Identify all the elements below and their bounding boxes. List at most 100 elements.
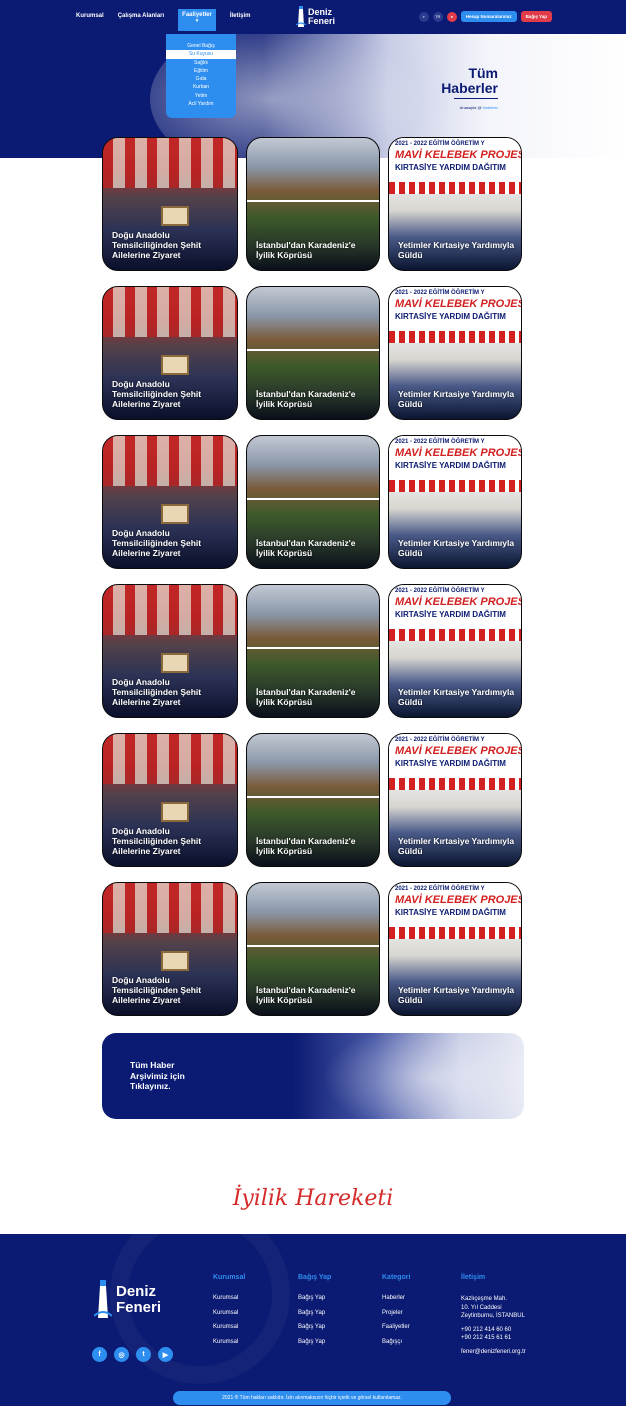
twitter-icon[interactable]: t <box>136 1347 151 1362</box>
nav-calisma-alanlari[interactable]: Çalışma Alanları <box>118 13 164 31</box>
breadcrumb: Anasayfa @ Haberler <box>460 105 498 110</box>
news-card[interactable]: İstanbul'dan Karadeniz'e İyilik Köprüsü <box>246 137 380 271</box>
banner-line1: 2021 - 2022 EĞİTİM ÖĞRETİM Y <box>395 588 485 594</box>
dropdown-item-egitim[interactable]: Eğitim <box>166 67 236 75</box>
news-card[interactable]: Doğu Anadolu Temsilciliğinden Şehit Aile… <box>102 137 238 271</box>
breadcrumb-home[interactable]: Anasayfa <box>460 105 477 110</box>
footer-link[interactable]: Faaliyetler <box>382 1324 410 1330</box>
news-card[interactable]: Doğu Anadolu Temsilciliğinden Şehit Aile… <box>102 286 238 420</box>
flag-bunting <box>389 331 521 343</box>
search-icon[interactable]: ⌕ <box>418 11 429 22</box>
dropdown-item-gida[interactable]: Gıda <box>166 75 236 83</box>
dropdown-item-su-kuyusu[interactable]: Su Kuyusu <box>166 50 236 59</box>
slogan-signature: İyilik Hareketi <box>232 1186 394 1211</box>
news-card[interactable]: 2021 - 2022 EĞİTİM ÖĞRETİM Y MAVİ KELEBEK… <box>388 882 522 1016</box>
news-photo <box>103 436 237 486</box>
footer-link[interactable]: Kurumsal <box>213 1295 245 1301</box>
instagram-icon[interactable]: ◎ <box>114 1347 129 1362</box>
news-card-title: Yetimler Kırtasiye Yardımıyla Güldü <box>398 240 515 260</box>
news-card[interactable]: 2021 - 2022 EĞİTİM ÖĞRETİM Y MAVİ KELEBEK… <box>388 137 522 271</box>
footer-link[interactable]: Bağış Yap <box>298 1324 331 1330</box>
dropdown-item-acil-yardim[interactable]: Acil Yardım <box>166 100 236 108</box>
footer-logo[interactable]: Deniz Feneri <box>94 1278 161 1322</box>
footer-col-title: İletişim <box>461 1274 486 1281</box>
news-photo-banner: 2021 - 2022 EĞİTİM ÖĞRETİM Y MAVİ KELEBEK… <box>389 138 521 182</box>
certificate-frame <box>161 653 189 673</box>
phone-number[interactable]: +90 212 414 60 60 <box>461 1326 526 1335</box>
banner-line2: MAVİ KELEBEK PROJESİ <box>395 298 522 310</box>
banner-line2: MAVİ KELEBEK PROJESİ <box>395 596 522 608</box>
news-photo <box>103 585 237 635</box>
archive-line1: Tüm Haber <box>130 1060 175 1070</box>
footer-link[interactable]: Haberler <box>382 1295 410 1301</box>
news-photo <box>103 883 237 933</box>
phone-number[interactable]: +90 212 415 61 61 <box>461 1334 526 1343</box>
page-title-line2: Haberler <box>441 80 498 96</box>
footer-link[interactable]: Bağış Yap <box>298 1339 331 1345</box>
news-card[interactable]: İstanbul'dan Karadeniz'e İyilik Köprüsü <box>246 286 380 420</box>
nav-iletisim[interactable]: İletişim <box>230 13 251 31</box>
news-card[interactable]: 2021 - 2022 EĞİTİM ÖĞRETİM Y MAVİ KELEBEK… <box>388 286 522 420</box>
banner-line1: 2021 - 2022 EĞİTİM ÖĞRETİM Y <box>395 439 485 445</box>
news-card[interactable]: Doğu Anadolu Temsilciliğinden Şehit Aile… <box>102 435 238 569</box>
news-card[interactable]: Doğu Anadolu Temsilciliğinden Şehit Aile… <box>102 733 238 867</box>
youtube-icon[interactable]: ▶ <box>158 1347 173 1362</box>
news-card[interactable]: İstanbul'dan Karadeniz'e İyilik Köprüsü <box>246 435 380 569</box>
news-photo-divider <box>247 498 379 500</box>
nav-faaliyetler[interactable]: Faaliyetler ▾ <box>178 9 216 31</box>
news-card-title: Doğu Anadolu Temsilciliğinden Şehit Aile… <box>112 975 202 1005</box>
footer-link[interactable]: Kurumsal <box>213 1310 245 1316</box>
news-card[interactable]: 2021 - 2022 EĞİTİM ÖĞRETİM Y MAVİ KELEBEK… <box>388 435 522 569</box>
footer-col-title: Kurumsal <box>213 1274 246 1281</box>
news-card[interactable]: 2021 - 2022 EĞİTİM ÖĞRETİM Y MAVİ KELEBEK… <box>388 733 522 867</box>
news-card[interactable]: İstanbul'dan Karadeniz'e İyilik Köprüsü <box>246 584 380 718</box>
footer-link[interactable]: Bağış Yap <box>298 1310 331 1316</box>
footer-link[interactable]: Bağış Yap <box>298 1295 331 1301</box>
site-logo[interactable]: Deniz Feneri <box>296 5 335 29</box>
lighthouse-icon <box>94 1280 112 1318</box>
news-card[interactable]: İstanbul'dan Karadeniz'e İyilik Köprüsü <box>246 882 380 1016</box>
news-card-title: İstanbul'dan Karadeniz'e İyilik Köprüsü <box>256 538 356 558</box>
dropdown-item-genel-bagis[interactable]: Genel Bağış <box>166 42 236 50</box>
dropdown-item-kurban[interactable]: Kurban <box>166 83 236 91</box>
main-nav: Kurumsal Çalışma Alanları Faaliyetler ▾ … <box>76 9 265 31</box>
news-card-title: Doğu Anadolu Temsilciliğinden Şehit Aile… <box>112 826 202 856</box>
news-photo-banner: 2021 - 2022 EĞİTİM ÖĞRETİM Y MAVİ KELEBEK… <box>389 734 521 778</box>
dropdown-item-yetim[interactable]: Yetim <box>166 92 236 100</box>
donate-button[interactable]: Bağış Yap <box>520 11 552 22</box>
news-card-title: Doğu Anadolu Temsilciliğinden Şehit Aile… <box>112 677 202 707</box>
news-card-title: İstanbul'dan Karadeniz'e İyilik Köprüsü <box>256 389 356 409</box>
news-card-title: İstanbul'dan Karadeniz'e İyilik Köprüsü <box>256 687 356 707</box>
banner-line3: KIRTASİYE YARDIM DAĞITIM <box>395 461 506 470</box>
banner-line2: MAVİ KELEBEK PROJESİ <box>395 447 522 459</box>
news-photo-divider <box>247 200 379 202</box>
footer-col-title: Bağış Yap <box>298 1274 332 1281</box>
facebook-icon[interactable]: f <box>92 1347 107 1362</box>
news-card[interactable]: İstanbul'dan Karadeniz'e İyilik Köprüsü <box>246 733 380 867</box>
news-photo-banner: 2021 - 2022 EĞİTİM ÖĞRETİM Y MAVİ KELEBEK… <box>389 883 521 927</box>
footer-link[interactable]: Projeler <box>382 1310 410 1316</box>
news-card-title: Yetimler Kırtasiye Yardımıyla Güldü <box>398 389 515 409</box>
footer-link[interactable]: Kurumsal <box>213 1324 245 1330</box>
footer-link[interactable]: Kurumsal <box>213 1339 245 1345</box>
news-photo-banner: 2021 - 2022 EĞİTİM ÖĞRETİM Y MAVİ KELEBEK… <box>389 436 521 480</box>
news-card-title: Yetimler Kırtasiye Yardımıyla Güldü <box>398 836 515 856</box>
footer-link[interactable]: Bağışçı <box>382 1339 410 1345</box>
flag-bunting <box>389 629 521 641</box>
flag-bunting <box>389 927 521 939</box>
banner-line2: MAVİ KELEBEK PROJESİ <box>395 894 522 906</box>
banner-line1: 2021 - 2022 EĞİTİM ÖĞRETİM Y <box>395 886 485 892</box>
user-icon[interactable]: ● <box>446 11 457 22</box>
news-card[interactable]: Doğu Anadolu Temsilciliğinden Şehit Aile… <box>102 882 238 1016</box>
dropdown-item-saglik[interactable]: Sağlık <box>166 59 236 67</box>
site-header: Kurumsal Çalışma Alanları Faaliyetler ▾ … <box>0 0 626 34</box>
nav-kurumsal[interactable]: Kurumsal <box>76 13 104 31</box>
account-numbers-button[interactable]: Hesap Numaralarımız <box>460 11 517 22</box>
email-link[interactable]: fener@denizfeneri.org.tr <box>461 1348 526 1357</box>
news-card[interactable]: Doğu Anadolu Temsilciliğinden Şehit Aile… <box>102 584 238 718</box>
news-archive-banner[interactable]: Tüm Haber Arşivimiz için Tıklayınız. <box>102 1033 524 1119</box>
language-button[interactable]: TR <box>432 11 443 22</box>
archive-line2: Arşivimiz için <box>130 1070 185 1081</box>
address-line: Zeytinburnu, İSTANBUL <box>461 1313 525 1319</box>
news-card[interactable]: 2021 - 2022 EĞİTİM ÖĞRETİM Y MAVİ KELEBEK… <box>388 584 522 718</box>
